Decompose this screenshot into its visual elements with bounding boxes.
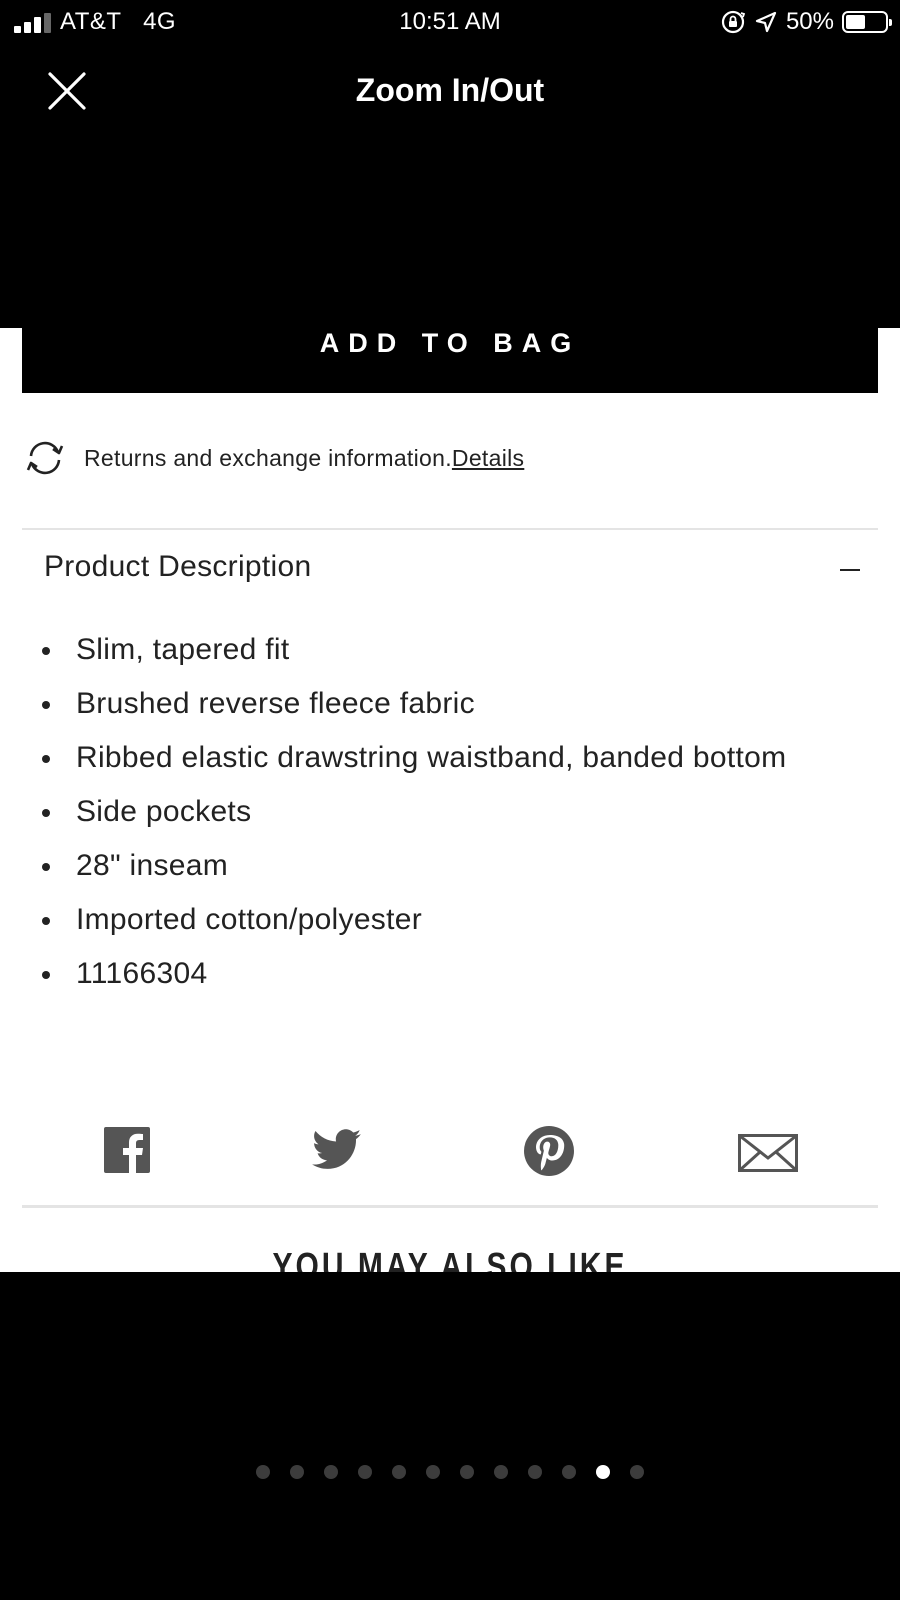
status-indicators: 50% bbox=[720, 8, 892, 36]
facebook-icon[interactable] bbox=[104, 1127, 150, 1173]
divider bbox=[22, 1205, 878, 1208]
pagination-dot[interactable] bbox=[256, 1465, 270, 1479]
description-item: Brushed reverse fleece fabric bbox=[22, 682, 842, 725]
pagination-dot[interactable] bbox=[630, 1465, 644, 1479]
pagination-dot[interactable] bbox=[494, 1465, 508, 1479]
modal-title: Zoom In/Out bbox=[355, 72, 545, 108]
pagination-dot[interactable] bbox=[392, 1465, 406, 1479]
product-description-header[interactable]: Product Description bbox=[22, 540, 878, 596]
product-description-list: Slim, tapered fit Brushed reverse fleece… bbox=[22, 628, 842, 1006]
you-may-also-like-heading: YOU MAY ALSO LIKE bbox=[272, 1245, 628, 1272]
description-item: 11166304 bbox=[22, 952, 842, 995]
pagination-dot[interactable] bbox=[562, 1465, 576, 1479]
add-to-bag-button[interactable]: ADD TO BAG bbox=[22, 328, 878, 393]
description-item: Slim, tapered fit bbox=[22, 628, 842, 671]
email-icon[interactable] bbox=[738, 1134, 798, 1172]
orientation-lock-icon bbox=[721, 10, 746, 34]
returns-info: Returns and exchange information. Detail… bbox=[22, 435, 524, 481]
pagination-dot[interactable] bbox=[290, 1465, 304, 1479]
divider bbox=[22, 528, 878, 530]
returns-details-link[interactable]: Details bbox=[452, 445, 524, 472]
product-details-sheet[interactable]: ADD TO BAG Returns and exchange informat… bbox=[0, 328, 900, 1272]
description-item: Ribbed elastic drawstring waistband, ban… bbox=[22, 736, 842, 779]
pagination-dot[interactable] bbox=[358, 1465, 372, 1479]
description-item: 28" inseam bbox=[22, 844, 842, 887]
pagination-dot-active[interactable] bbox=[596, 1465, 610, 1479]
minus-icon[interactable] bbox=[840, 569, 860, 571]
battery-icon bbox=[842, 11, 892, 33]
description-item: Side pockets bbox=[22, 790, 842, 833]
image-pagination[interactable] bbox=[0, 1465, 900, 1481]
pinterest-icon[interactable] bbox=[524, 1126, 574, 1176]
returns-text: Returns and exchange information. bbox=[84, 444, 452, 471]
product-description-title: Product Description bbox=[44, 550, 312, 583]
location-arrow-icon bbox=[755, 11, 777, 33]
twitter-icon[interactable] bbox=[312, 1129, 362, 1171]
pagination-dot[interactable] bbox=[426, 1465, 440, 1479]
battery-percent: 50% bbox=[785, 8, 834, 35]
exchange-arrows-icon bbox=[26, 441, 64, 475]
share-row bbox=[22, 1118, 878, 1184]
pagination-dot[interactable] bbox=[460, 1465, 474, 1479]
pagination-dot[interactable] bbox=[528, 1465, 542, 1479]
pagination-dot[interactable] bbox=[324, 1465, 338, 1479]
description-item: Imported cotton/polyester bbox=[22, 898, 842, 941]
status-bar: AT&T 4G 10:51 AM 50% bbox=[0, 0, 900, 46]
